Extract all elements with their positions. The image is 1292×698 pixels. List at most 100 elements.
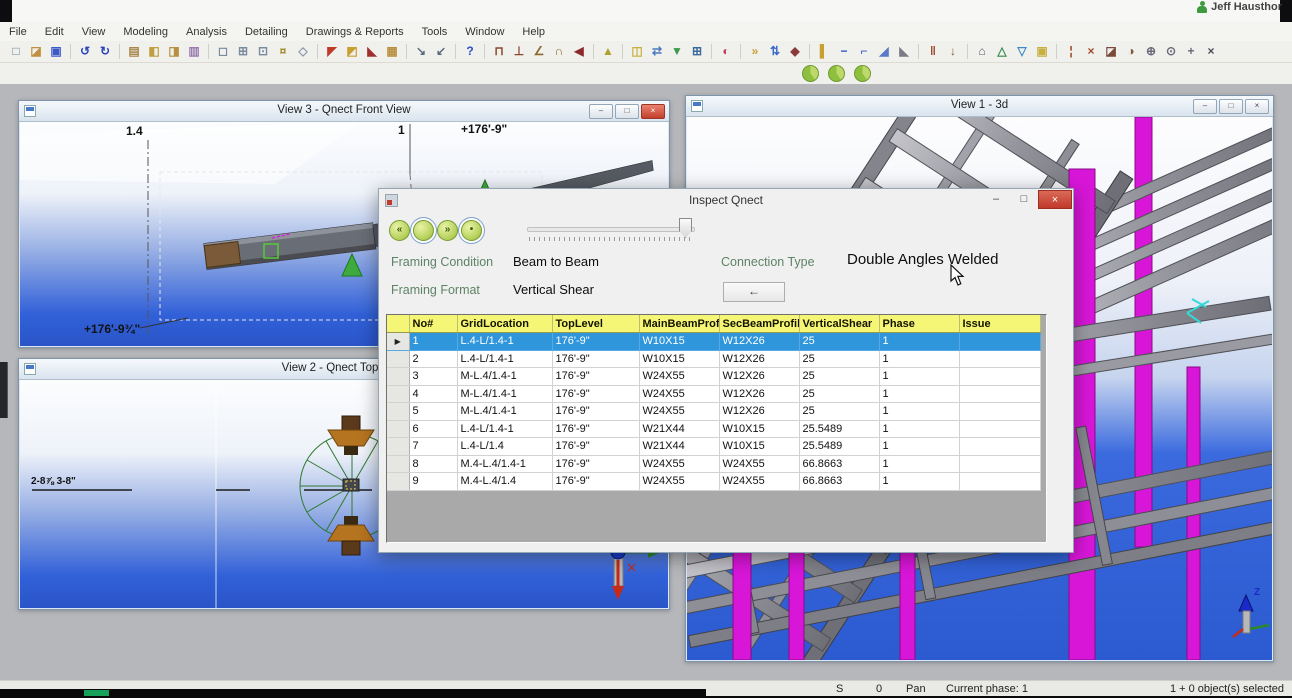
table-row[interactable]: 5M-L.4/1.4-1176'-9"W24X55W12X26251 <box>387 403 1040 421</box>
create-beam-icon[interactable]: − <box>835 43 853 61</box>
column-header-phase[interactable]: Phase <box>879 315 959 333</box>
drawing-folder-icon[interactable]: ◩ <box>343 43 361 61</box>
user-account[interactable]: Jeff Hausthor <box>1197 1 1282 13</box>
row-selector-cell[interactable] <box>387 350 409 368</box>
column-header-gridlocation[interactable]: GridLocation <box>457 315 552 333</box>
connection-component-icon[interactable]: ▽ <box>1013 43 1031 61</box>
new-model-icon[interactable]: □ <box>7 43 25 61</box>
menu-view[interactable]: View <box>73 26 115 38</box>
row-selector-cell[interactable]: ▶ <box>387 333 409 351</box>
save-model-icon[interactable]: ▣ <box>47 43 65 61</box>
column-header-toplevel[interactable]: TopLevel <box>552 315 639 333</box>
walk-through-icon[interactable]: ↘ <box>412 43 430 61</box>
maximize-button[interactable]: □ <box>615 104 639 119</box>
part-cut-icon[interactable]: ◑ <box>1122 43 1140 61</box>
inquire-object-icon[interactable]: ? <box>461 43 479 61</box>
table-row[interactable]: 8M.4-L.4/1.4-1176'-9"W24X55W24X5566.8663… <box>387 455 1040 473</box>
create-slab-icon[interactable]: ◢ <box>875 43 893 61</box>
material-catalog-icon[interactable]: ▣ <box>1033 43 1051 61</box>
menu-window[interactable]: Window <box>456 26 513 38</box>
drawing-grid-icon[interactable]: ▦ <box>383 43 401 61</box>
current-connection-button[interactable]: • <box>461 220 482 241</box>
dialog-maximize-button[interactable]: □ <box>1010 190 1038 209</box>
table-row[interactable]: 7L.4-L/1.4176'-9"W21X44W10X1525.54891 <box>387 438 1040 456</box>
open-model-icon[interactable]: ◪ <box>27 43 45 61</box>
export-icon[interactable]: ⇅ <box>766 43 784 61</box>
row-selector-cell[interactable] <box>387 368 409 386</box>
table-row[interactable]: ▶1L.4-L/1.4-1176'-9"W10X15W12X26251 <box>387 333 1040 351</box>
measure-distance-icon[interactable]: ⊥ <box>510 43 528 61</box>
import-icon[interactable]: ◆ <box>786 43 804 61</box>
close-button[interactable]: × <box>641 104 665 119</box>
component-catalog-icon[interactable]: ⌂ <box>973 43 991 61</box>
menu-help[interactable]: Help <box>513 26 554 38</box>
scale-icon[interactable]: + <box>1182 43 1200 61</box>
column-header-issue[interactable]: Issue <box>959 315 1040 333</box>
fast-forward-icon[interactable]: » <box>746 43 764 61</box>
next-connection-button[interactable]: » <box>437 220 458 241</box>
play-connections-button[interactable] <box>413 220 434 241</box>
clash-check-icon[interactable]: ◀ <box>570 43 588 61</box>
dialog-minimize-button[interactable]: – <box>982 190 1010 209</box>
drawing-list-icon[interactable]: ▥ <box>185 43 203 61</box>
menu-drawings-reports[interactable]: Drawings & Reports <box>297 26 413 38</box>
select-area-icon[interactable]: ◇ <box>294 43 312 61</box>
cut-object-icon[interactable]: ▼ <box>668 43 686 61</box>
side-panel-tab[interactable] <box>0 362 8 418</box>
plot-drawing-icon[interactable]: ◣ <box>363 43 381 61</box>
table-row[interactable]: 4M-L.4/1.4-1176'-9"W24X55W12X26251 <box>387 385 1040 403</box>
array-icon[interactable]: ⊕ <box>1142 43 1160 61</box>
dialog-title-bar[interactable]: Inspect Qnect – □ × <box>379 189 1073 211</box>
row-selector-cell[interactable] <box>387 385 409 403</box>
table-row[interactable]: 9M.4-L.4/1.4176'-9"W24X55W24X5566.86631 <box>387 473 1040 491</box>
create-point-icon[interactable]: ⊓ <box>490 43 508 61</box>
table-row[interactable]: 3M-L.4/1.4-1176'-9"W24X55W12X26251 <box>387 368 1040 386</box>
column-header-mainbeamprofile[interactable]: MainBeamProfile <box>639 315 719 333</box>
phase-manager-icon[interactable]: ◐ <box>717 43 735 61</box>
green-status-icon-2[interactable] <box>828 65 845 82</box>
table-row[interactable]: 6L.4-L/1.4-1176'-9"W21X44W10X1525.54891 <box>387 420 1040 438</box>
connection-slider-thumb[interactable] <box>679 218 692 238</box>
close-button[interactable]: × <box>1245 99 1269 114</box>
create-polybeam-icon[interactable]: ⌐ <box>855 43 873 61</box>
fit-part-icon[interactable]: ◪ <box>1102 43 1120 61</box>
measure-angle-icon[interactable]: ∠ <box>530 43 548 61</box>
menu-detailing[interactable]: Detailing <box>236 26 297 38</box>
minimize-button[interactable]: ‒ <box>589 104 613 119</box>
move-object-icon[interactable]: ⇄ <box>648 43 666 61</box>
copy-icon[interactable]: ◧ <box>145 43 163 61</box>
menu-file[interactable]: File <box>0 26 36 38</box>
close-tools-icon[interactable]: × <box>1202 43 1220 61</box>
basic-view-icon[interactable]: ⊡ <box>254 43 272 61</box>
column-header-secbeamprofile[interactable]: SecBeamProfile <box>719 315 799 333</box>
green-status-icon-3[interactable] <box>854 65 871 82</box>
print-icon[interactable]: ▤ <box>125 43 143 61</box>
bolt-tool-icon[interactable]: ¦ <box>1062 43 1080 61</box>
view1-title-bar[interactable]: View 1 - 3d ‒ □ × <box>686 96 1273 117</box>
measure-arc-icon[interactable]: ∩ <box>550 43 568 61</box>
dialog-close-button[interactable]: × <box>1038 190 1072 209</box>
connection-slider-track[interactable] <box>527 227 695 232</box>
auto-connection-icon[interactable]: ▲ <box>599 43 617 61</box>
view-list-icon[interactable]: ⊞ <box>234 43 252 61</box>
rotate-icon[interactable]: ⊙ <box>1162 43 1180 61</box>
redo-icon[interactable]: ↻ <box>96 43 114 61</box>
menu-edit[interactable]: Edit <box>36 26 73 38</box>
undo-icon[interactable]: ↺ <box>76 43 94 61</box>
create-drawing-icon[interactable]: ◤ <box>323 43 341 61</box>
copy-object-icon[interactable]: ◫ <box>628 43 646 61</box>
column-header-verticalshear[interactable]: VerticalShear <box>799 315 879 333</box>
row-selector-cell[interactable] <box>387 438 409 456</box>
view3-title-bar[interactable]: View 3 - Qnect Front View ‒ □ × <box>19 101 669 122</box>
create-column-icon[interactable]: ▌ <box>815 43 833 61</box>
prev-connection-button[interactable]: « <box>389 220 410 241</box>
grid-tool-icon[interactable]: ⊞ <box>688 43 706 61</box>
weld-icon[interactable]: ↓ <box>944 43 962 61</box>
menu-analysis[interactable]: Analysis <box>177 26 236 38</box>
cut-part-icon[interactable]: × <box>1082 43 1100 61</box>
table-row[interactable]: 2L.4-L/1.4-1176'-9"W10X15W12X26251 <box>387 350 1040 368</box>
column-header-no[interactable]: No# <box>409 315 457 333</box>
new-view-icon[interactable]: ◻ <box>214 43 232 61</box>
detail-component-icon[interactable]: △ <box>993 43 1011 61</box>
paste-icon[interactable]: ◨ <box>165 43 183 61</box>
